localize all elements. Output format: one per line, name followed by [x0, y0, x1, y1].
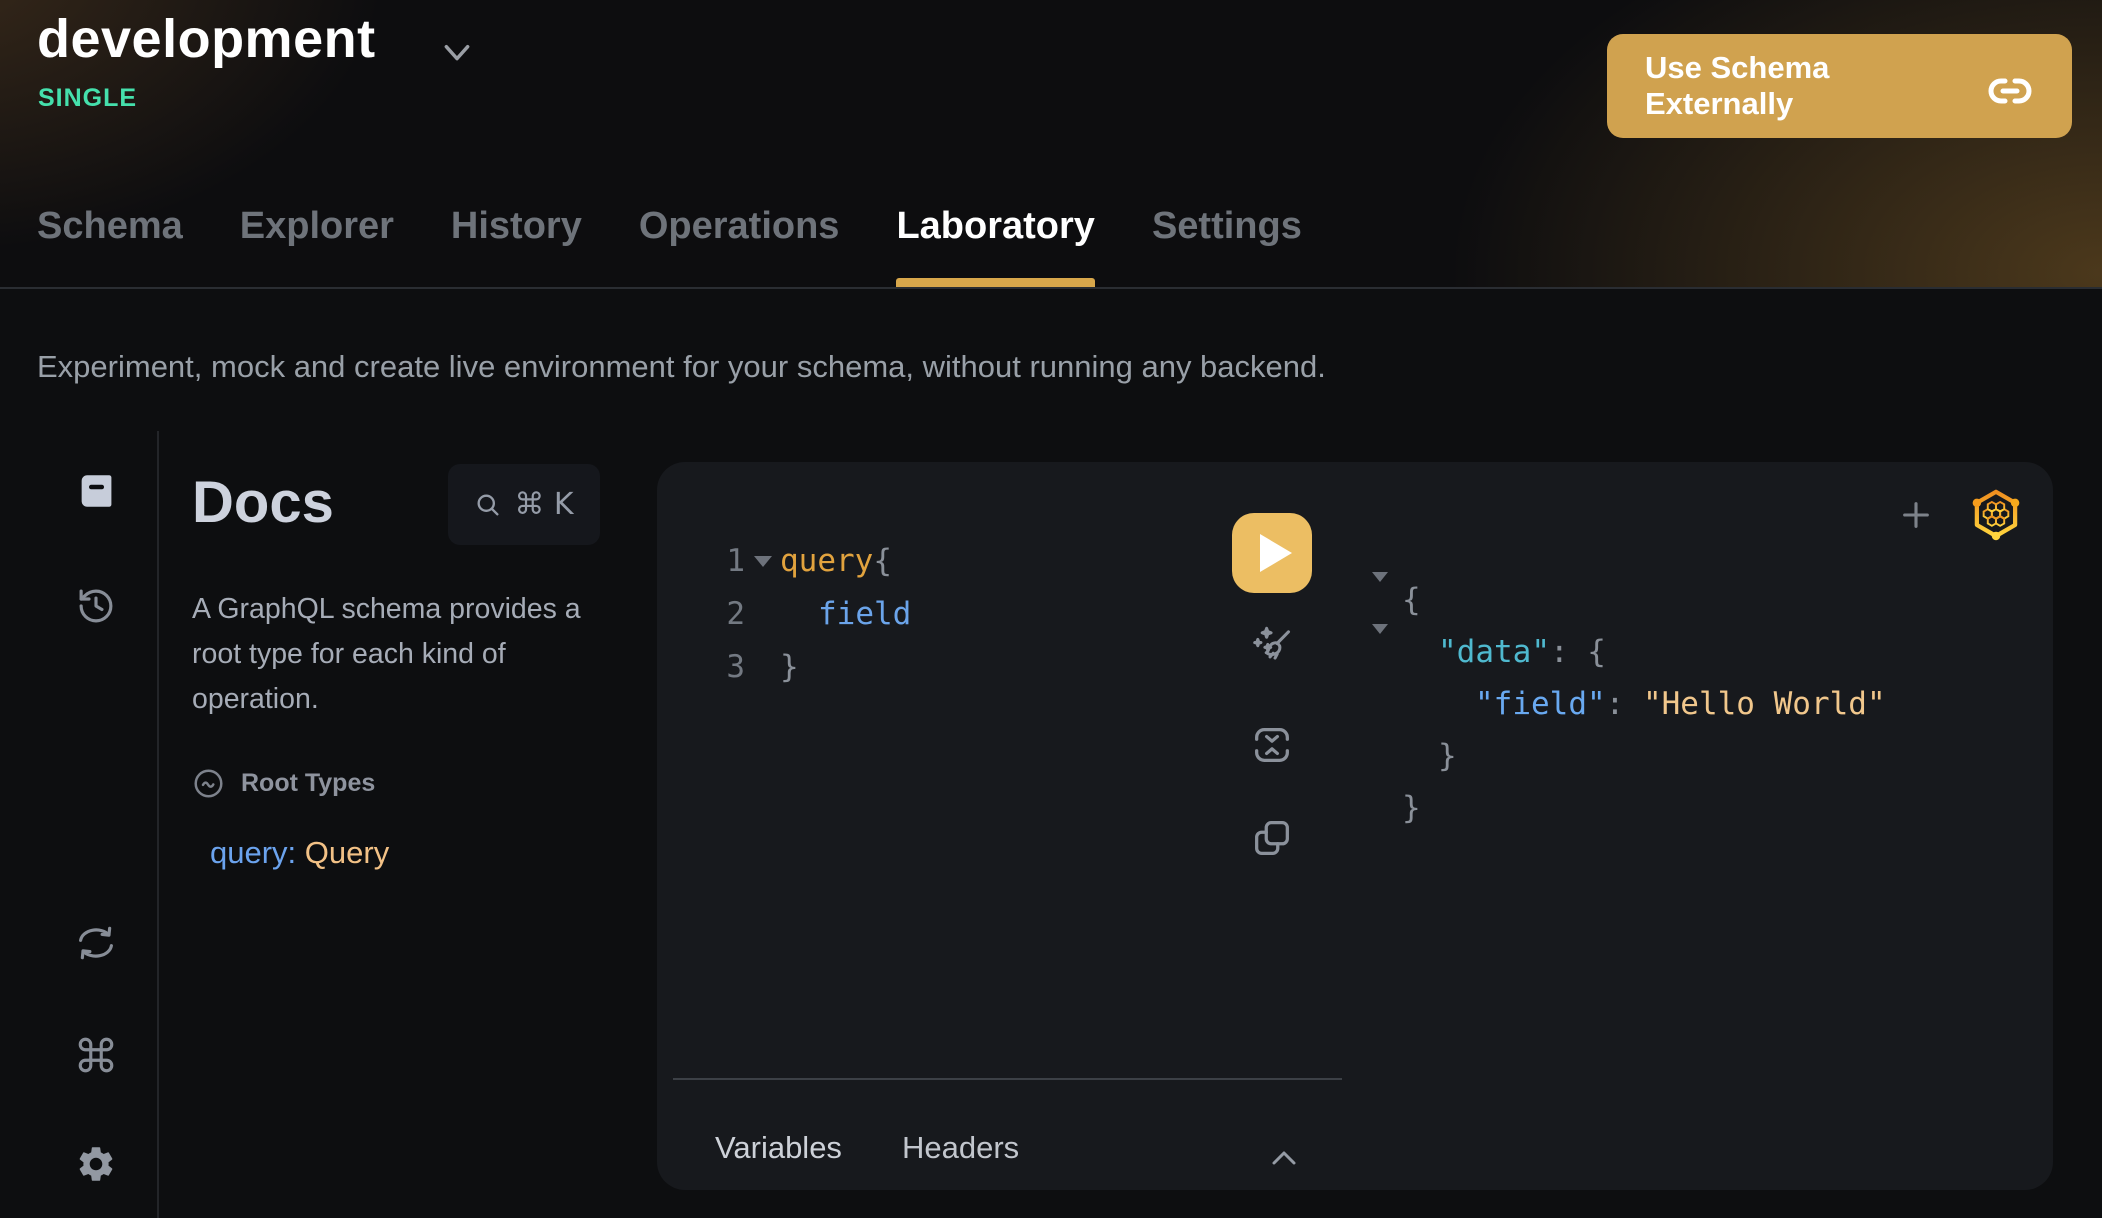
tab-explorer[interactable]: Explorer [240, 205, 394, 287]
json-field-value: "Hello World" [1643, 686, 1886, 722]
code-keyword: query [780, 543, 873, 579]
code-field: field [818, 588, 911, 641]
fold-triangle-icon[interactable] [1372, 626, 1402, 678]
copy-query-button[interactable] [1249, 815, 1295, 861]
fold-triangle-icon[interactable] [1372, 574, 1402, 626]
line-number: 3 [657, 641, 745, 694]
json-data-key: "data" [1438, 634, 1550, 670]
tab-history[interactable]: History [451, 205, 582, 287]
tab-variables[interactable]: Variables [715, 1130, 842, 1166]
hive-logo-icon[interactable] [1971, 486, 2021, 544]
editor-line: 3 } [657, 641, 911, 694]
panel-divider [673, 1078, 1342, 1080]
editor-line: 1 query{ [657, 535, 911, 588]
fold-triangle-icon[interactable] [745, 535, 780, 588]
main-tab-bar: Schema Explorer History Operations Labor… [37, 205, 1302, 287]
response-line: "data": { [1372, 626, 1886, 678]
editor-panel: 1 query{ 2 field 3 } [657, 462, 2053, 1190]
code-close-brace: } [780, 641, 799, 694]
history-icon[interactable] [75, 585, 117, 627]
docs-title: Docs [192, 469, 334, 536]
page-header: development SINGLE Use Schema Externally… [0, 0, 2102, 289]
copy-icon [1249, 815, 1295, 861]
tab-headers[interactable]: Headers [902, 1130, 1019, 1166]
laboratory-page: development SINGLE Use Schema Externally… [0, 0, 2102, 1218]
chevron-up-icon[interactable] [1269, 1148, 1299, 1170]
json-field-sep: : [1606, 686, 1643, 722]
code-open-brace: { [873, 543, 892, 579]
root-field-query[interactable]: query: Query [210, 835, 389, 871]
root-types-label: Root Types [241, 769, 375, 798]
editor-line: 2 field [657, 588, 911, 641]
docs-panel: Docs ⌘ K A GraphQL schema provides a roo… [160, 431, 657, 1218]
use-schema-externally-label: Use Schema Externally [1645, 50, 1986, 122]
execute-query-button[interactable] [1232, 513, 1312, 593]
tab-operations[interactable]: Operations [639, 205, 840, 287]
prettify-button[interactable] [1249, 623, 1295, 669]
root-field-type[interactable]: Query [305, 835, 389, 870]
json-data-sep: : { [1550, 634, 1606, 670]
status-badge: SINGLE [38, 84, 137, 113]
refetch-icon[interactable] [75, 922, 117, 964]
settings-icon[interactable] [75, 1143, 117, 1185]
docs-icon[interactable] [75, 470, 117, 512]
tab-laboratory[interactable]: Laboratory [896, 205, 1094, 287]
docs-description: A GraphQL schema provides a root type fo… [192, 587, 622, 722]
page-subtitle: Experiment, mock and create live environ… [37, 349, 1326, 385]
response-viewer: { "data": { "field": "Hello World" } } [1372, 574, 1886, 834]
chevron-down-icon[interactable] [441, 40, 473, 66]
prettify-sparkle-brush-icon [1249, 623, 1295, 669]
add-tab-button[interactable] [1899, 498, 1933, 532]
tab-settings[interactable]: Settings [1152, 205, 1302, 287]
target-title: development [37, 8, 376, 70]
graphiql-sidebar [0, 431, 159, 1218]
tab-schema[interactable]: Schema [37, 205, 183, 287]
response-line: "field": "Hello World" [1372, 678, 1886, 730]
docs-search-button[interactable]: ⌘ K [448, 464, 600, 545]
response-line: } [1372, 782, 1886, 834]
play-icon [1260, 534, 1292, 572]
merge-icon [1249, 722, 1295, 768]
merge-fragments-button[interactable] [1249, 722, 1295, 768]
json-close-inner: } [1438, 730, 1457, 782]
use-schema-externally-button[interactable]: Use Schema Externally [1607, 34, 2072, 138]
query-editor[interactable]: 1 query{ 2 field 3 } [657, 535, 911, 694]
json-close-root: } [1402, 782, 1421, 834]
line-number: 1 [657, 535, 745, 588]
response-line: } [1372, 730, 1886, 782]
response-line: { [1372, 574, 1886, 626]
root-types-section: Root Types [192, 767, 375, 800]
search-icon [474, 491, 502, 519]
link-icon [1986, 67, 2034, 105]
root-field-name: query [210, 835, 288, 870]
search-shortcut-label: ⌘ K [514, 487, 573, 522]
root-types-icon [192, 767, 225, 800]
json-open-root: { [1402, 574, 1421, 626]
plus-icon [1899, 498, 1933, 532]
root-field-separator: : [288, 835, 305, 870]
line-number: 2 [657, 588, 745, 641]
json-field-key: "field" [1475, 686, 1606, 722]
keyboard-shortcuts-icon[interactable] [75, 1034, 117, 1076]
